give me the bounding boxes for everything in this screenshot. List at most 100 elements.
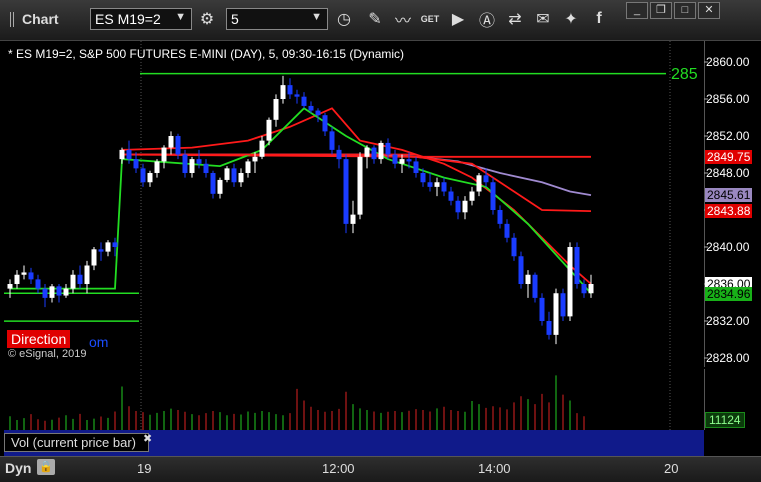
lock-icon[interactable]: 🔒 xyxy=(37,459,55,475)
candle-body xyxy=(357,156,363,215)
candle-body xyxy=(308,105,314,111)
gear-icon[interactable]: ⚙ xyxy=(196,8,218,30)
candle-body xyxy=(266,119,272,141)
candle-body xyxy=(28,272,34,280)
candle-body xyxy=(154,161,160,173)
candle-body xyxy=(588,284,594,294)
candle-body xyxy=(364,147,370,157)
candle-body xyxy=(497,210,503,224)
candle-body xyxy=(273,99,279,120)
chevron-down-icon: ▼ xyxy=(311,11,322,23)
close-icon[interactable]: ✖ xyxy=(143,432,152,445)
candle-body xyxy=(315,110,321,116)
candle-body xyxy=(217,179,223,194)
candle-body xyxy=(469,191,475,201)
candle-body xyxy=(98,249,104,252)
candle-body xyxy=(280,85,286,99)
candle-body xyxy=(161,147,167,162)
candle-body xyxy=(343,159,349,224)
candle-body xyxy=(399,159,405,164)
price-tick-label: 2840.00 xyxy=(706,240,750,254)
time-label: 20 xyxy=(664,461,679,476)
twitter-icon[interactable]: ✦ xyxy=(560,8,582,30)
close-button[interactable]: ✕ xyxy=(698,2,720,19)
candle-body xyxy=(448,191,454,201)
candle-body xyxy=(371,147,377,160)
candle-body xyxy=(35,279,41,289)
clock-icon[interactable]: ◷ xyxy=(333,8,355,30)
candle-body xyxy=(462,200,468,213)
candle-body xyxy=(112,242,118,247)
candle-body xyxy=(224,168,230,180)
candle-body xyxy=(476,175,482,192)
price-tick-label: 2860.00 xyxy=(706,55,750,69)
price-tick-label: 2852.00 xyxy=(706,129,750,143)
price-tick-label: 2848.00 xyxy=(706,166,750,180)
ma-green xyxy=(10,107,592,294)
price-tick-label: 2832.00 xyxy=(706,314,750,328)
candle-body xyxy=(77,274,83,284)
candle-body xyxy=(483,175,489,183)
candle-body xyxy=(553,293,559,335)
candle-body xyxy=(63,288,69,296)
price-chart[interactable] xyxy=(4,41,704,367)
price-tick-label: 2828.00 xyxy=(706,351,750,365)
candle-body xyxy=(504,223,510,238)
candle-body xyxy=(21,272,27,275)
candle-body xyxy=(294,94,300,97)
price-tag: 2834.96 xyxy=(705,286,753,301)
candle-body xyxy=(567,247,573,317)
candle-body xyxy=(175,136,181,155)
minimize-button[interactable]: _ xyxy=(626,2,648,19)
message-icon[interactable]: ✉ xyxy=(532,8,554,30)
candle-body xyxy=(91,249,97,266)
candle-body xyxy=(560,293,566,317)
pencil-icon[interactable]: ✎ xyxy=(364,8,386,30)
toolbar-grip[interactable] xyxy=(10,12,16,27)
symbol-select[interactable]: ES M19=2 ▼ xyxy=(90,8,192,30)
facebook-icon[interactable]: f xyxy=(588,8,610,30)
green-line-label: 285 xyxy=(671,66,698,83)
symbol-value: ES M19=2 xyxy=(95,11,161,27)
time-label: 12:00 xyxy=(322,461,355,476)
candle-body xyxy=(133,159,139,169)
share-icon[interactable]: ⇄ xyxy=(504,8,526,30)
candle-body xyxy=(287,85,293,95)
volume-chart[interactable] xyxy=(4,369,704,430)
candle-body xyxy=(322,115,328,132)
direction-label: Direction xyxy=(7,330,71,348)
time-axis[interactable] xyxy=(0,456,761,482)
dynamic-mode[interactable]: Dyn xyxy=(5,460,31,476)
candle-body xyxy=(511,237,517,257)
candle-body xyxy=(42,288,48,298)
candle-body xyxy=(210,173,216,194)
candle-body xyxy=(406,159,412,162)
candle-body xyxy=(245,161,251,173)
candle-body xyxy=(490,182,496,210)
candle-body xyxy=(525,274,531,284)
study-label[interactable]: Vol (current price bar) xyxy=(4,433,149,452)
candle-body xyxy=(427,182,433,187)
copyright: © eSignal, 2019 xyxy=(8,348,87,360)
restore-button[interactable]: ❐ xyxy=(650,2,672,19)
price-tag: 2849.75 xyxy=(705,149,753,164)
candle-body xyxy=(259,140,265,157)
candle-body xyxy=(350,214,356,224)
candle-body xyxy=(203,163,209,173)
get-quote-icon[interactable]: GET xyxy=(419,8,441,30)
candle-body xyxy=(385,142,391,155)
candle-body xyxy=(84,265,90,284)
chart-line-icon[interactable]: 〰 xyxy=(392,8,414,30)
maximize-button[interactable]: □ xyxy=(674,2,696,19)
candle-body xyxy=(119,149,125,160)
candle-body xyxy=(581,284,587,294)
candle-body xyxy=(413,161,419,173)
candle-body xyxy=(539,297,545,321)
volume-last-tag: 11124 xyxy=(705,412,745,428)
play-icon[interactable]: ▶ xyxy=(447,8,469,30)
alert-icon[interactable]: Ⓐ xyxy=(476,8,498,30)
interval-select[interactable]: 5 ▼ xyxy=(226,8,328,30)
candle-body xyxy=(56,286,62,296)
candle-body xyxy=(7,284,13,289)
candle-body xyxy=(105,242,111,252)
